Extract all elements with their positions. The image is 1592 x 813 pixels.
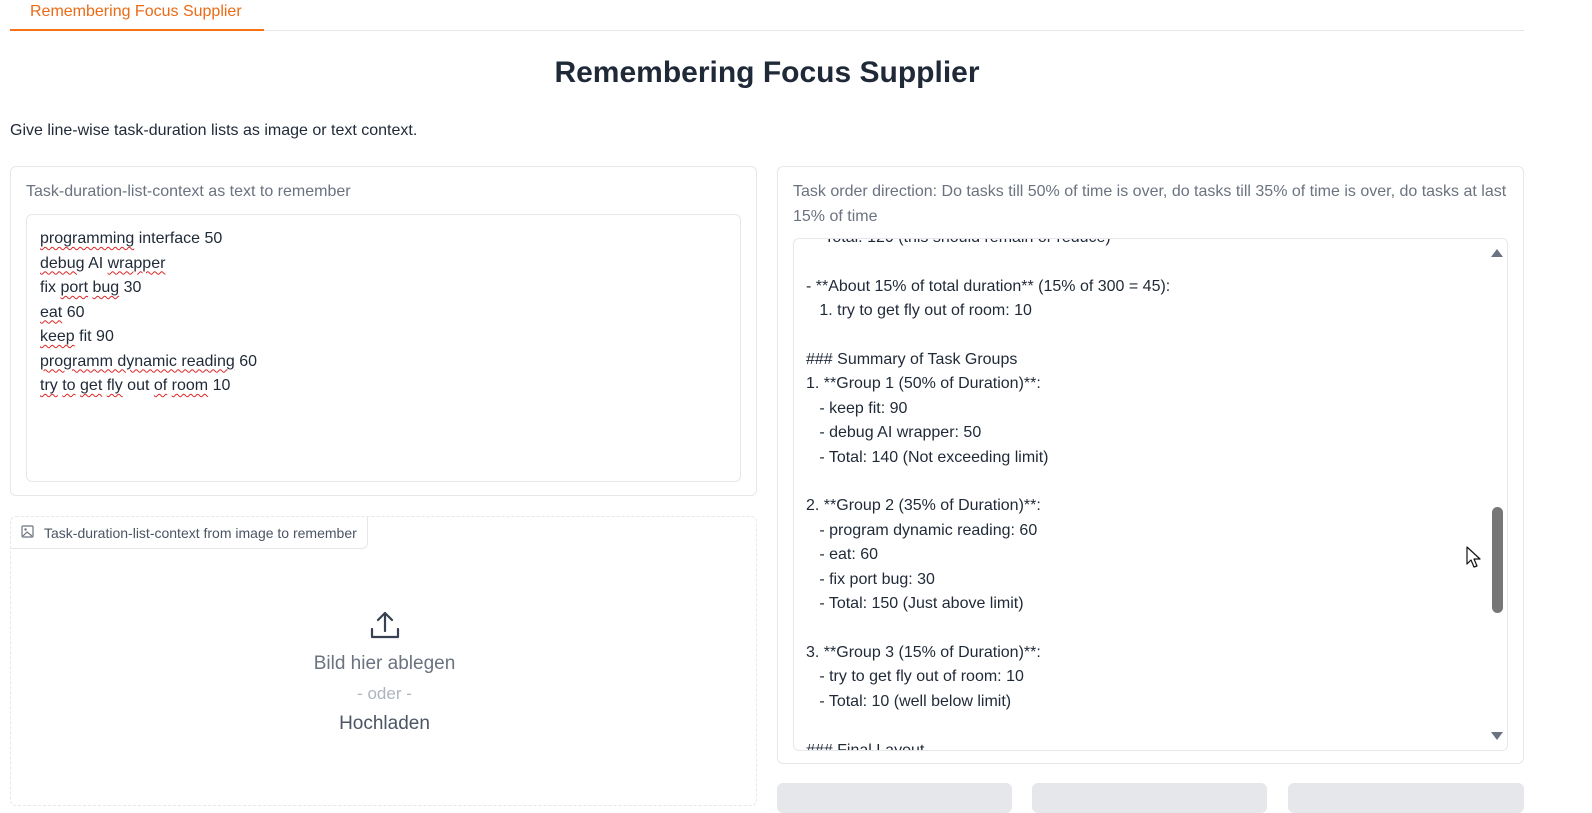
image-context-label: Task-duration-list-context from image to… <box>44 524 357 541</box>
output-line: - Total: 120 (this should remain or redu… <box>806 239 1486 250</box>
bottom-button-2[interactable] <box>1032 783 1267 813</box>
output-scrollbar[interactable] <box>1489 239 1507 750</box>
bottom-button-3[interactable] <box>1288 783 1524 813</box>
task-line: try to get fly out of room 10 <box>40 377 231 394</box>
task-line: programming interface 50 <box>40 230 223 247</box>
page-title: Remembering Focus Supplier <box>554 56 980 89</box>
output-line: - fix port bug: 30 <box>806 570 935 588</box>
mouse-cursor-icon <box>1466 546 1482 575</box>
bottom-button-1[interactable] <box>777 783 1012 813</box>
upload-prompt[interactable]: Bild hier ablegen - oder - Hochladen <box>11 609 758 739</box>
output-line: - program dynamic reading: 60 <box>806 521 1038 539</box>
output-line: - Total: 150 (Just above limit) <box>806 595 1024 613</box>
task-line: keep fit 90 <box>40 328 114 345</box>
intro-text: Give line-wise task-duration lists as im… <box>10 122 418 139</box>
task-list-textarea[interactable]: programming interface 50 debug AI wrappe… <box>26 214 741 482</box>
output-line: ### Summary of Task Groups <box>806 351 1018 369</box>
output-line: - eat: 60 <box>806 546 879 564</box>
drop-image-text: Bild hier ablegen <box>313 653 456 674</box>
output-line: - debug AI wrapper: 50 <box>806 424 982 442</box>
output-line: 3. **Group 3 (15% of Duration)**: <box>806 643 1041 661</box>
tab-remembering-focus-supplier[interactable]: Remembering Focus Supplier <box>10 0 264 31</box>
spellcheck-word: programming <box>40 230 135 247</box>
task-line: programm dynamic reading 60 <box>40 352 257 370</box>
task-line: eat 60 <box>40 303 85 321</box>
text-context-panel: Task-duration-list-context as text to re… <box>10 166 757 496</box>
output-line: - try to get fly out of room: 10 <box>806 668 1024 686</box>
task-order-label: Task order direction: Do tasks till 50% … <box>793 183 1507 225</box>
output-line: - keep fit: 90 <box>806 399 908 417</box>
scrollbar-thumb[interactable] <box>1492 507 1503 613</box>
task-order-output-panel: Task order direction: Do tasks till 50% … <box>777 166 1524 764</box>
upload-icon <box>11 609 758 649</box>
output-line: 2. **Group 2 (35% of Duration)**: <box>806 497 1041 515</box>
output-line: 1. try to get fly out of room: 10 <box>806 302 1032 320</box>
task-order-output-textarea[interactable]: - Total: 120 (this should remain or redu… <box>793 238 1508 751</box>
task-line: debug AI wrapper <box>40 254 166 272</box>
image-icon <box>21 524 34 541</box>
text-context-label: Task-duration-list-context as text to re… <box>26 183 351 200</box>
scroll-down-icon[interactable] <box>1491 732 1503 740</box>
scroll-up-icon[interactable] <box>1491 249 1503 257</box>
task-line: fix port bug 30 <box>40 279 142 296</box>
tab-bar: Remembering Focus Supplier <box>10 0 1524 31</box>
upload-link-text[interactable]: Hochladen <box>11 709 758 739</box>
or-separator-text: - oder - <box>357 684 412 703</box>
output-line: ### Final Layout <box>806 741 925 751</box>
output-line: - Total: 10 (well below limit) <box>806 692 1012 710</box>
image-upload-dropzone[interactable]: Task-duration-list-context from image to… <box>10 516 757 806</box>
image-context-label-tag: Task-duration-list-context from image to… <box>11 517 368 549</box>
output-line: - **About 15% of total duration** (15% o… <box>806 277 1171 295</box>
output-line: 1. **Group 1 (50% of Duration)**: <box>806 375 1041 393</box>
output-line: - Total: 140 (Not exceeding limit) <box>806 448 1049 466</box>
task-order-output-text: - Total: 120 (this should remain or redu… <box>806 239 1486 751</box>
